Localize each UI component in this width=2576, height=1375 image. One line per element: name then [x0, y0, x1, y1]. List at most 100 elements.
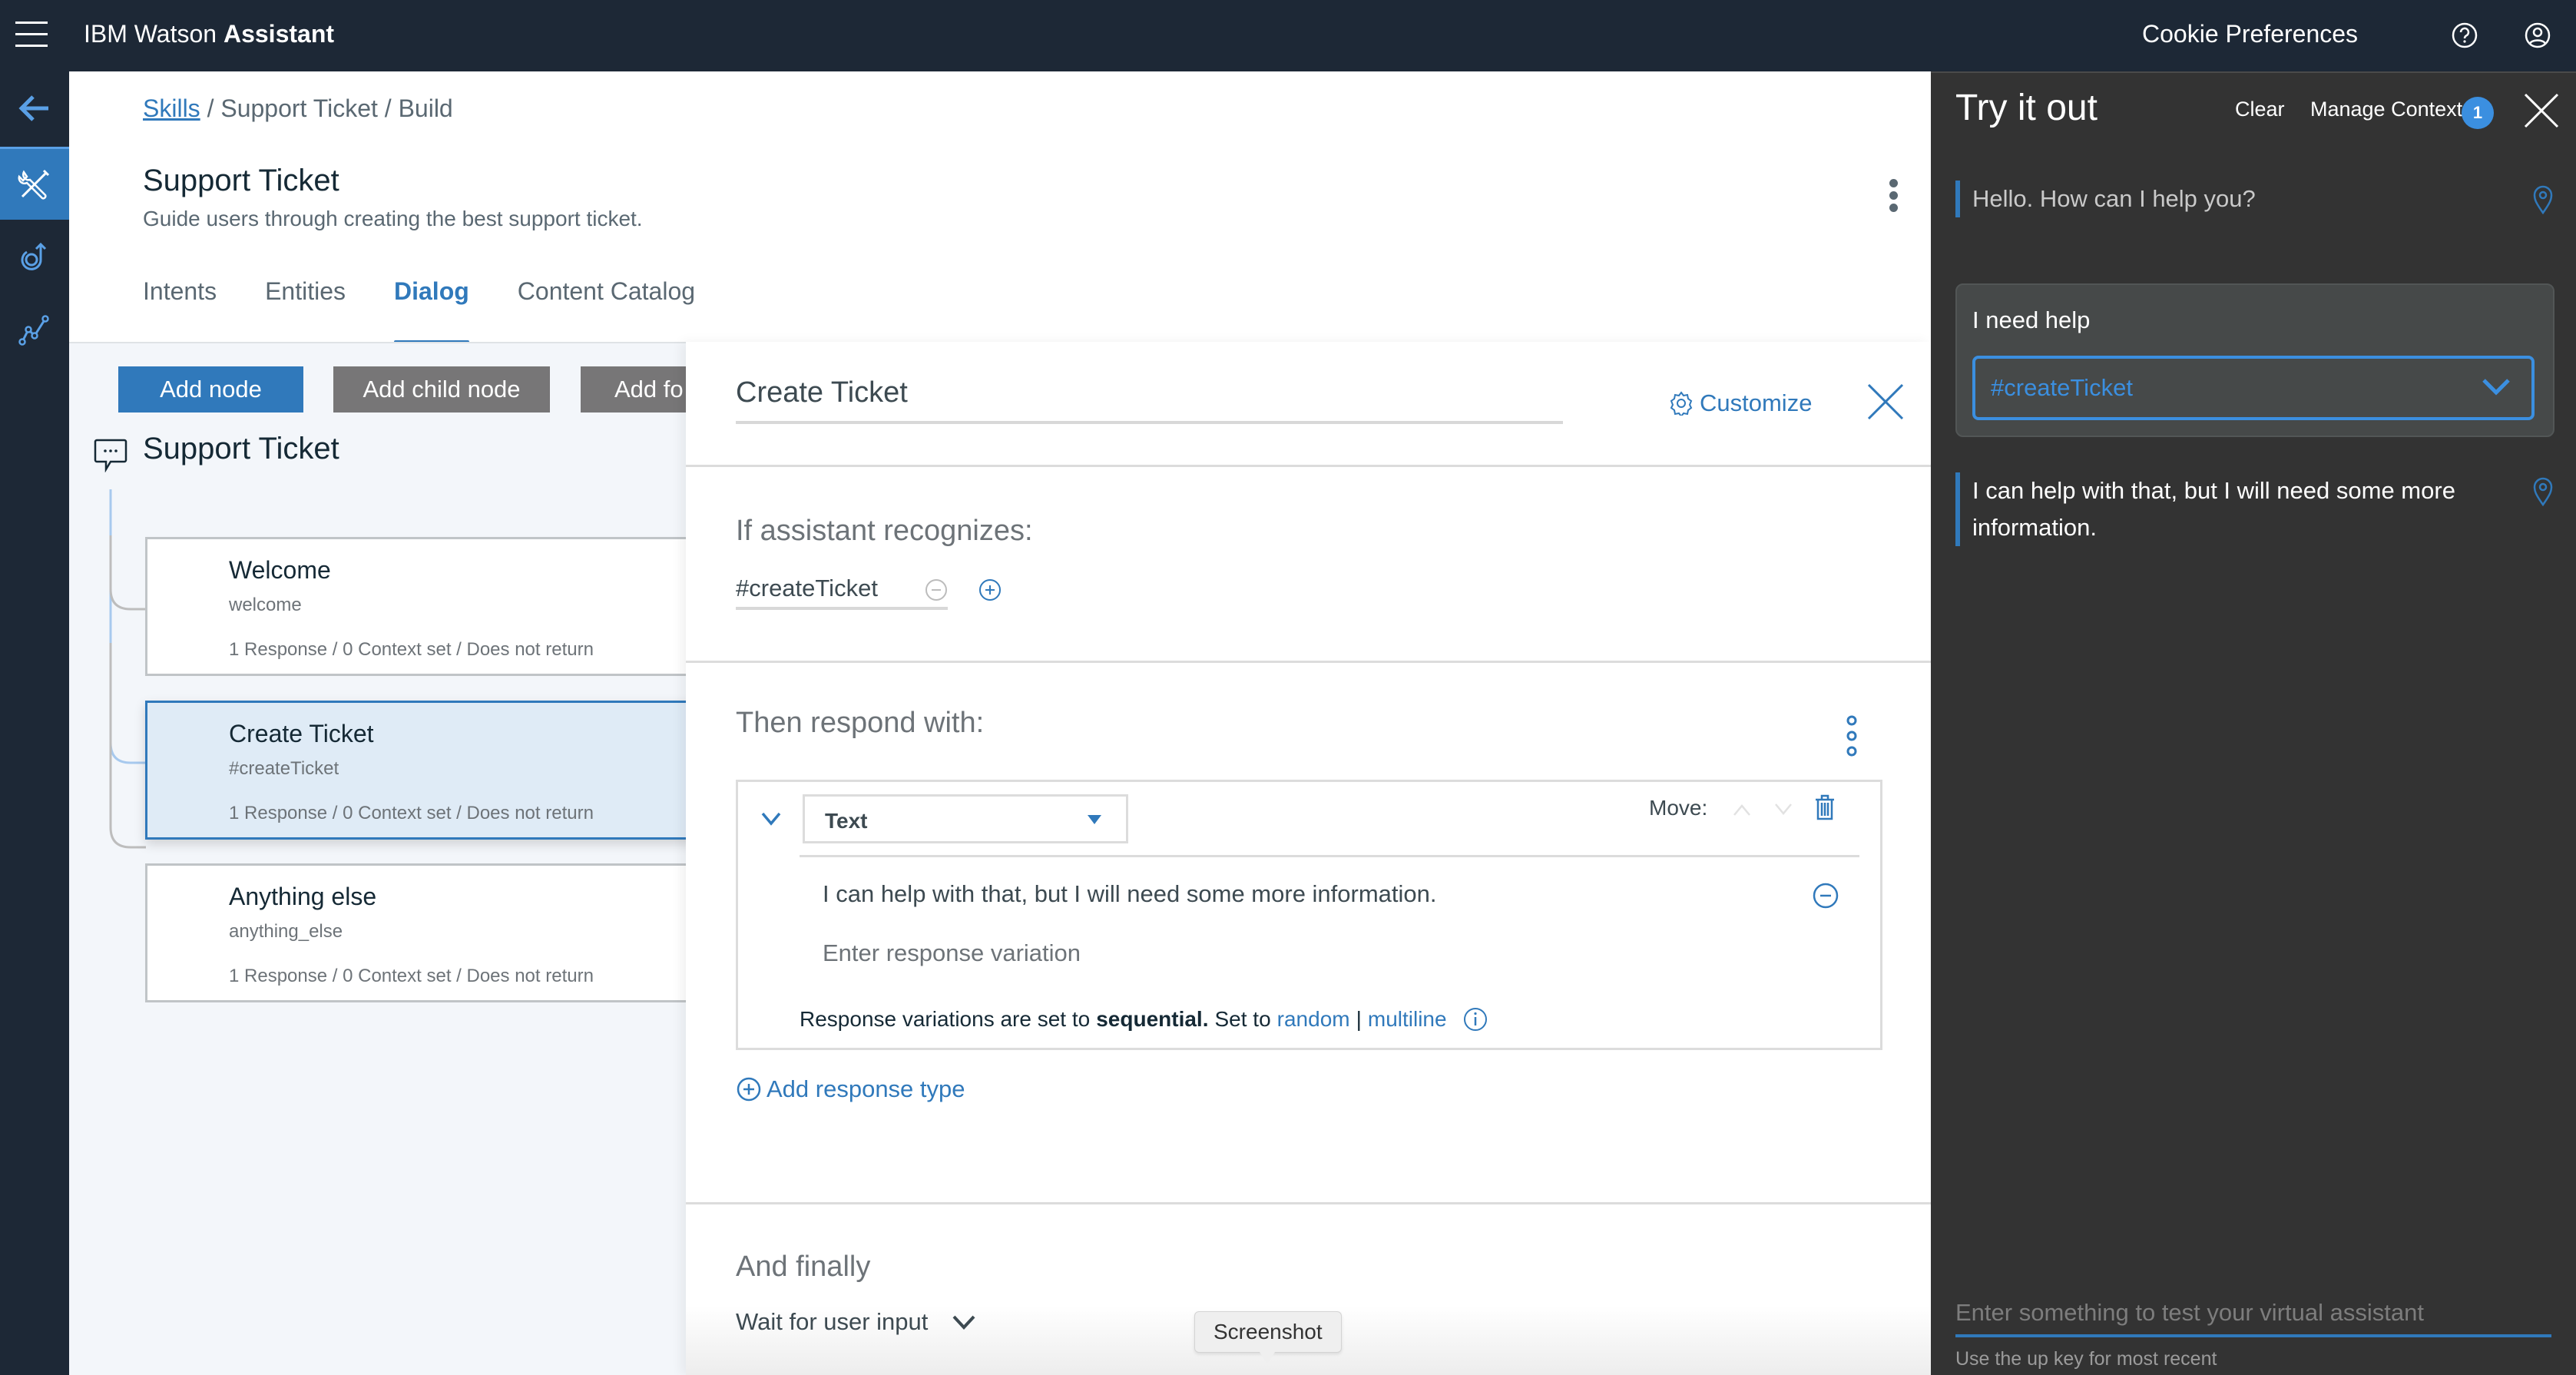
dialog-node-create-ticket[interactable]: Create Ticket #createTicket 1 Response /…: [145, 701, 760, 840]
node-condition: #createTicket: [229, 758, 339, 779]
node-meta: 1 Response / 0 Context set / Does not re…: [229, 639, 594, 660]
location-pin-icon[interactable]: [2532, 477, 2554, 506]
add-response-type-label: Add response type: [767, 1075, 965, 1102]
overflow-menu-icon[interactable]: [1886, 179, 1901, 217]
tab-entities[interactable]: Entities: [265, 277, 346, 343]
left-nav-rail: [0, 71, 69, 1375]
note-separator: |: [1356, 1007, 1362, 1031]
node-condition: anything_else: [229, 921, 343, 942]
input-hint: Use the up key for most recent: [1955, 1348, 2217, 1370]
brand-bold: Assistant: [223, 20, 335, 48]
clear-button[interactable]: Clear: [2235, 98, 2285, 121]
line-graph-icon: [18, 314, 49, 346]
manage-context-button[interactable]: Manage Context: [2310, 98, 2462, 121]
hamburger-menu-icon[interactable]: [15, 22, 48, 49]
move-up-icon[interactable]: [1732, 802, 1752, 817]
condition-section-label: If assistant recognizes:: [736, 515, 1033, 547]
product-name: IBM Watson Assistant: [84, 20, 334, 48]
close-editor-icon[interactable]: [1866, 382, 1906, 422]
response-type-select[interactable]: Text: [803, 794, 1128, 843]
rail-item-build[interactable]: [0, 147, 69, 220]
tab-content-catalog[interactable]: Content Catalog: [518, 277, 695, 343]
help-icon[interactable]: [2449, 20, 2480, 51]
divider: [686, 465, 1931, 467]
user-account-icon[interactable]: [2522, 20, 2553, 51]
dialog-node-welcome[interactable]: Welcome welcome 1 Response / 0 Context s…: [145, 537, 760, 676]
node-title: Create Ticket: [229, 720, 374, 747]
chevron-down-icon: [2482, 379, 2510, 396]
rail-item-improve[interactable]: [0, 220, 69, 293]
remove-variation-icon[interactable]: [1812, 882, 1839, 909]
dialog-node-anything-else[interactable]: Anything else anything_else 1 Response /…: [145, 863, 760, 1002]
try-panel-title: Try it out: [1955, 88, 2098, 128]
brand-regular: IBM Watson: [84, 20, 217, 48]
breadcrumb-skills-link[interactable]: Skills: [143, 94, 200, 122]
user-message-card: I need help #createTicket: [1955, 283, 2554, 437]
detected-intent-select[interactable]: #createTicket: [1972, 356, 2535, 420]
new-variation-input[interactable]: Enter response variation: [823, 939, 1081, 967]
variation-mode-note: Response variations are set to sequentia…: [800, 1006, 1488, 1032]
close-panel-icon[interactable]: [2522, 91, 2561, 130]
divider: [800, 855, 1859, 857]
trash-icon[interactable]: [1813, 794, 1836, 821]
try-it-out-panel: Try it out Clear Manage Context 1 Hello.…: [1931, 71, 2576, 1375]
tab-dialog[interactable]: Dialog: [394, 277, 469, 344]
finally-section-label: And finally: [736, 1251, 871, 1283]
test-message-input[interactable]: Enter something to test your virtual ass…: [1955, 1299, 2551, 1337]
rail-item-analytics[interactable]: [0, 293, 69, 366]
add-child-node-button[interactable]: Add child node: [333, 366, 550, 412]
location-pin-icon[interactable]: [2532, 185, 2554, 214]
remove-condition-icon[interactable]: [924, 578, 949, 602]
breadcrumb: Skills / Support Ticket / Build: [143, 94, 453, 123]
note-mode: sequential.: [1096, 1007, 1209, 1031]
page-description: Guide users through creating the best su…: [143, 207, 643, 230]
set-multiline-link[interactable]: multiline: [1368, 1007, 1447, 1032]
note-set-to: Set to: [1214, 1007, 1271, 1031]
set-random-link[interactable]: random: [1277, 1007, 1350, 1032]
divider: [686, 1202, 1931, 1204]
move-label: Move:: [1649, 796, 1708, 820]
tab-intents[interactable]: Intents: [143, 277, 217, 343]
divider: [686, 661, 1931, 663]
arrow-left-icon: [18, 94, 48, 121]
finally-action-value: Wait for user input: [736, 1308, 929, 1335]
node-editor-panel: Create Ticket Customize If assistant rec…: [686, 342, 1931, 1375]
response-variation-input[interactable]: I can help with that, but I will need so…: [823, 880, 1437, 908]
response-card: Text Move: I can help with that, but I w…: [736, 780, 1882, 1050]
skill-tabs: Intents Entities Dialog Content Catalog: [143, 277, 743, 344]
loop-arrow-icon: [21, 242, 47, 270]
rail-item-back[interactable]: [0, 71, 69, 144]
response-options-icon[interactable]: [1846, 714, 1858, 757]
info-icon[interactable]: [1462, 1006, 1488, 1032]
add-response-type-button[interactable]: Add response type: [736, 1075, 965, 1103]
customize-button[interactable]: Customize: [1669, 389, 1812, 417]
move-down-icon[interactable]: [1773, 802, 1793, 817]
collapse-chevron-icon[interactable]: [760, 807, 783, 830]
node-title: Welcome: [229, 556, 331, 584]
node-condition: welcome: [229, 595, 302, 615]
customize-label: Customize: [1700, 389, 1813, 416]
context-count-badge: 1: [2462, 97, 2494, 129]
note-prefix: Response variations are set to: [800, 1007, 1091, 1031]
bot-message: Hello. How can I help you?: [1955, 181, 2524, 217]
wrench-screwdriver-icon: [18, 169, 50, 200]
node-title: Anything else: [229, 883, 377, 910]
screenshot-tooltip: Screenshot: [1194, 1311, 1342, 1364]
breadcrumb-rest: / Support Ticket / Build: [207, 94, 453, 122]
add-condition-icon[interactable]: [978, 578, 1002, 602]
finally-action-select[interactable]: Wait for user input: [736, 1308, 977, 1336]
node-meta: 1 Response / 0 Context set / Does not re…: [229, 966, 594, 986]
condition-input[interactable]: #createTicket: [736, 575, 948, 610]
node-name-input[interactable]: Create Ticket: [736, 376, 1563, 424]
gear-icon: [1670, 391, 1693, 416]
response-type-value: Text: [825, 809, 868, 833]
bot-message: I can help with that, but I will need so…: [1955, 472, 2524, 546]
user-message: I need help: [1972, 306, 2091, 333]
cookie-preferences-link[interactable]: Cookie Preferences: [2142, 20, 2358, 48]
detected-intent-value: #createTicket: [1991, 374, 2133, 401]
chevron-down-icon: [952, 1315, 975, 1330]
node-meta: 1 Response / 0 Context set / Does not re…: [229, 803, 594, 823]
add-circle-icon: [737, 1077, 761, 1102]
response-section-label: Then respond with:: [736, 707, 985, 739]
add-folder-button[interactable]: Add fo: [581, 366, 704, 412]
